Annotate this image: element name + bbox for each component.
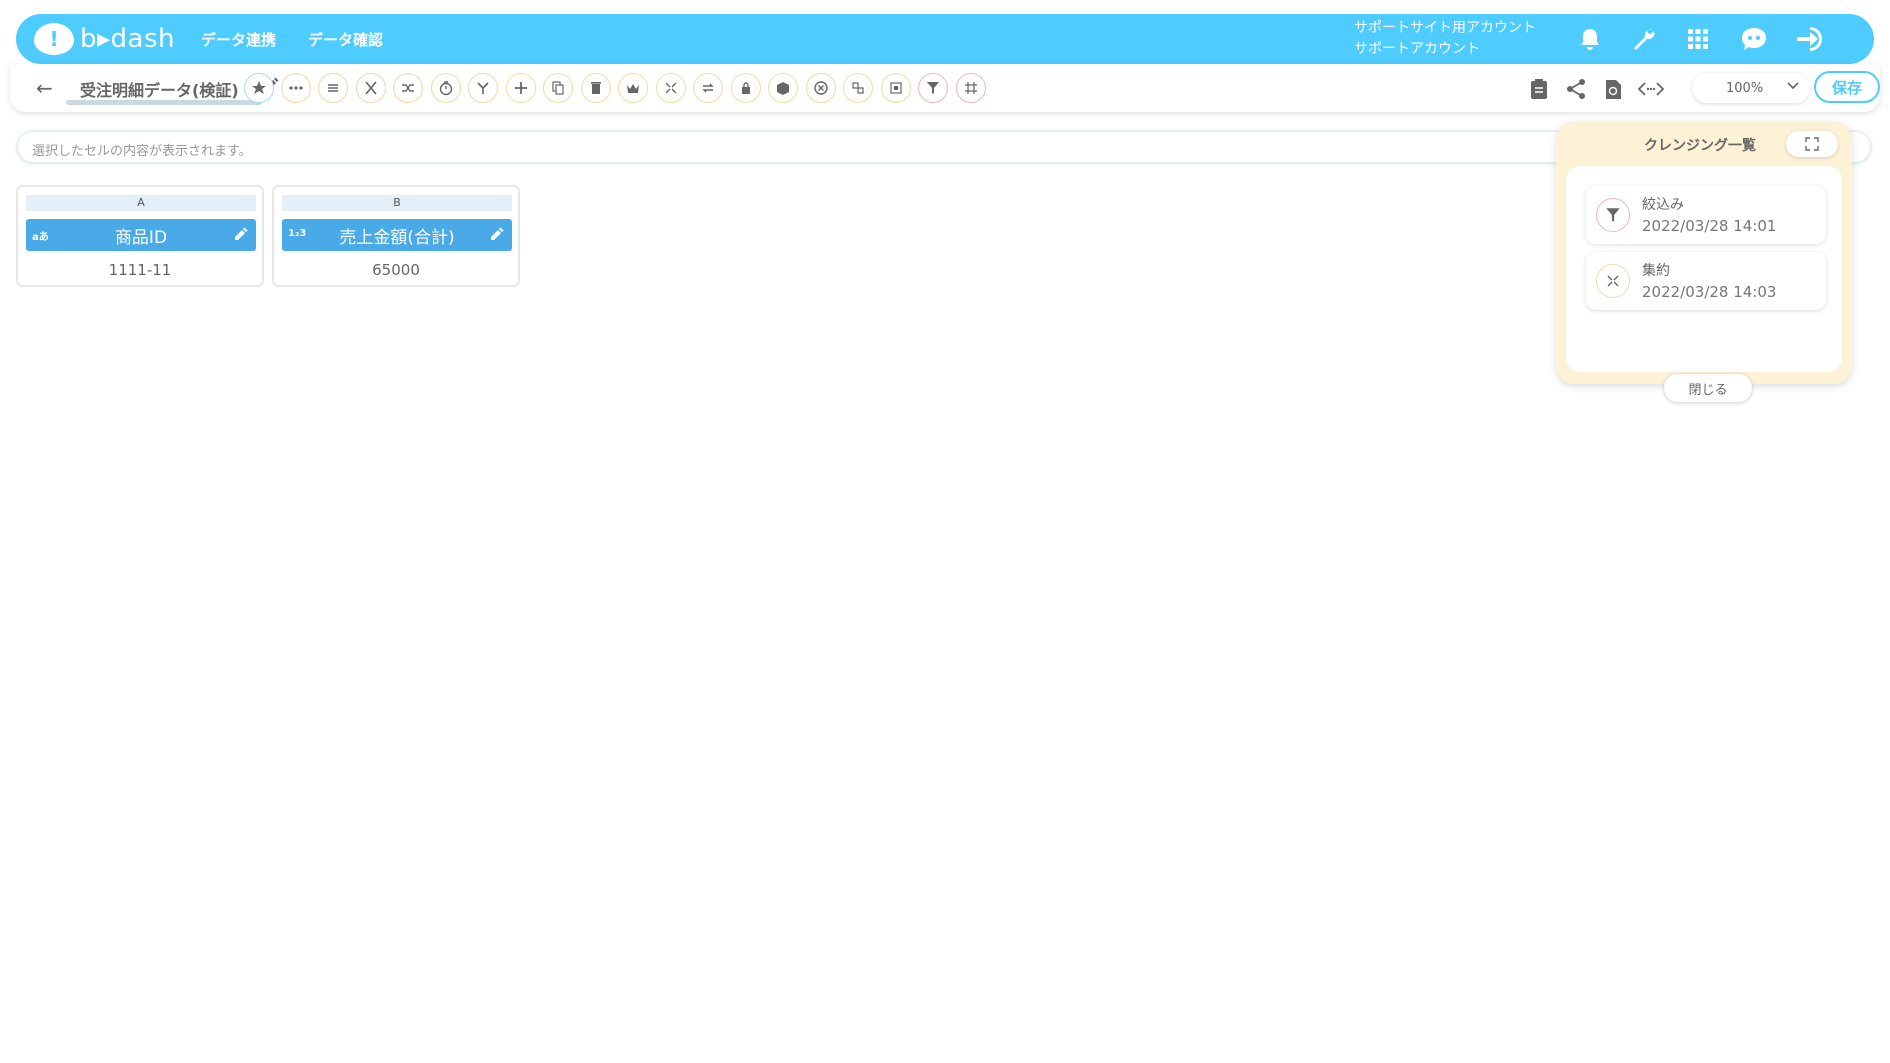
save-button[interactable]: 保存 <box>1814 71 1880 103</box>
cleansing-entry[interactable]: 集約 2022/03/28 14:03 <box>1586 252 1826 310</box>
expand-icon[interactable] <box>1786 131 1838 157</box>
back-button[interactable]: ← <box>36 76 53 100</box>
column-header[interactable]: 1₂3 売上金額(合計) <box>282 219 512 251</box>
editor-toolbar: ← 受注明細データ(検証) 100% 保存 <box>10 64 1880 112</box>
cleansing-list: 絞込み 2022/03/28 14:01 集約 2022/03/28 14:03… <box>1566 166 1842 402</box>
nav-data-check[interactable]: データ確認 <box>308 29 383 50</box>
lock-icon[interactable] <box>731 73 761 103</box>
edit-column-icon[interactable] <box>490 226 506 242</box>
clipboard-icon[interactable] <box>1526 76 1552 102</box>
cell-value[interactable]: 65000 <box>274 261 518 279</box>
replace-icon[interactable] <box>843 73 873 103</box>
logout-icon[interactable] <box>1794 24 1826 54</box>
loop-icon[interactable] <box>693 73 723 103</box>
filter-icon[interactable] <box>918 73 948 103</box>
refresh-icon[interactable] <box>1600 76 1626 102</box>
star-icon[interactable] <box>244 73 274 103</box>
copy-icon[interactable] <box>543 73 573 103</box>
cleansing-entry[interactable]: 絞込み 2022/03/28 14:01 <box>1586 186 1826 244</box>
logo-bubble-icon: ! <box>34 23 74 55</box>
aggregate-icon <box>1596 264 1630 298</box>
frame-icon[interactable] <box>881 73 911 103</box>
wrench-icon[interactable] <box>1628 24 1660 54</box>
entry-name: 絞込み <box>1642 197 1684 213</box>
scissors-icon[interactable] <box>356 73 386 103</box>
grid-icon[interactable] <box>1682 24 1714 54</box>
code-icon[interactable] <box>1638 76 1664 102</box>
zoom-select[interactable]: 100% <box>1692 73 1810 103</box>
bell-icon[interactable] <box>1574 24 1606 54</box>
account-name: サポートサイト用アカウント <box>1354 20 1536 36</box>
app-logo[interactable]: ! b▸dash <box>34 21 175 57</box>
trash-icon[interactable] <box>581 73 611 103</box>
cancel-icon[interactable] <box>806 73 836 103</box>
lines-icon[interactable] <box>318 73 348 103</box>
title-underline <box>66 100 262 105</box>
cell-content-placeholder: 選択したセルの内容が表示されます。 <box>32 144 252 159</box>
chevron-down-icon <box>1786 79 1800 97</box>
nav-data-link[interactable]: データ連携 <box>201 29 276 50</box>
close-button[interactable]: 閉じる <box>1664 374 1752 402</box>
filter-icon <box>1596 198 1630 232</box>
column-name: 売上金額(合計) <box>339 227 455 248</box>
dots-icon[interactable] <box>281 73 311 103</box>
panel-title: クレンジング一覧 <box>1644 138 1756 154</box>
crown-icon[interactable] <box>618 73 648 103</box>
share-icon[interactable] <box>1563 76 1589 102</box>
merge-icon[interactable] <box>393 73 423 103</box>
column-a[interactable]: A aあ 商品ID 1111-11 <box>16 185 264 287</box>
number-type-icon: 1₂3 <box>288 228 307 239</box>
logo-text: b▸dash <box>80 24 176 54</box>
text-type-icon: aあ <box>32 232 49 243</box>
edit-column-icon[interactable] <box>234 226 250 242</box>
zoom-value: 100% <box>1726 80 1764 96</box>
branch-icon[interactable] <box>468 73 498 103</box>
app-header: ! b▸dash データ連携 データ確認 サポートサイト用アカウント サポートア… <box>16 14 1874 64</box>
robot-icon[interactable] <box>1738 24 1770 54</box>
cleansing-panel: クレンジング一覧 絞込み 2022/03/28 14:01 集約 2022/03… <box>1556 122 1852 402</box>
box-icon[interactable] <box>768 73 798 103</box>
column-letter: B <box>282 195 512 211</box>
shrink-icon[interactable] <box>656 73 686 103</box>
entry-date: 2022/03/28 14:01 <box>1642 217 1777 235</box>
column-b[interactable]: B 1₂3 売上金額(合計) 65000 <box>272 185 520 287</box>
entry-name: 集約 <box>1642 263 1670 279</box>
column-letter: A <box>26 195 256 211</box>
column-header[interactable]: aあ 商品ID <box>26 219 256 251</box>
document-title[interactable]: 受注明細データ(検証) <box>80 77 239 101</box>
entry-date: 2022/03/28 14:03 <box>1642 283 1777 301</box>
account-info[interactable]: サポートサイト用アカウント サポートアカウント <box>1354 18 1536 60</box>
cell-value[interactable]: 1111-11 <box>18 261 262 279</box>
timer-icon[interactable] <box>431 73 461 103</box>
column-name: 商品ID <box>114 227 168 248</box>
account-role: サポートアカウント <box>1354 41 1480 57</box>
hash-icon[interactable] <box>956 73 986 103</box>
plus-icon[interactable] <box>506 73 536 103</box>
